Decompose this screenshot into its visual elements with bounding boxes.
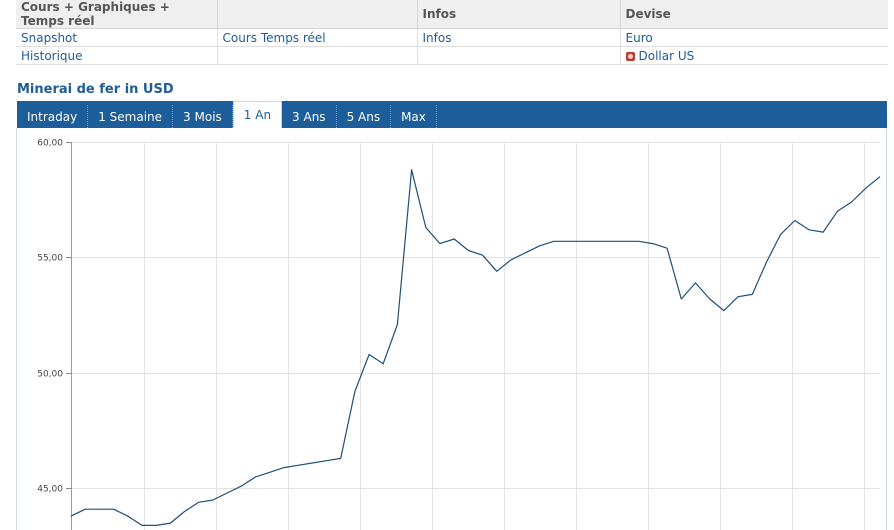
table-cell: Historique — [16, 46, 217, 65]
table-row: Snapshot Cours Temps réel Infos Euro — [16, 28, 888, 47]
snapshot-link[interactable]: Snapshot — [21, 31, 77, 45]
historique-link[interactable]: Historique — [21, 49, 83, 63]
header-empty — [216, 0, 417, 29]
links-table: Cours + Graphiques + Temps réel Infos De… — [16, 0, 888, 65]
tab-3-mois[interactable]: 3 Mois — [173, 105, 233, 128]
y-tick-label: 45,00 — [37, 485, 63, 495]
table-row: Historique Dollar US — [16, 46, 888, 65]
tab-3-ans[interactable]: 3 Ans — [282, 105, 337, 128]
chart-title: Minerai de fer in USD — [17, 82, 174, 97]
cours-temps-reel-link[interactable]: Cours Temps réel — [223, 31, 326, 45]
table-cell: Dollar US — [619, 46, 888, 65]
y-tick-label: 60,00 — [37, 139, 63, 149]
tab-max[interactable]: Max — [391, 105, 437, 128]
table-cell: Euro — [619, 28, 888, 47]
header-devise: Devise — [619, 0, 888, 29]
selected-currency-icon — [625, 51, 635, 61]
y-tick-label: 50,00 — [37, 370, 63, 380]
period-tab-bar: Intraday 1 Semaine 3 Mois 1 An 3 Ans 5 A… — [17, 101, 887, 128]
header-cours-graphiques: Cours + Graphiques + Temps réel — [16, 0, 217, 29]
tab-5-ans[interactable]: 5 Ans — [337, 105, 392, 128]
tab-1-an[interactable]: 1 An — [232, 101, 283, 128]
table-cell — [216, 46, 417, 65]
infos-link[interactable]: Infos — [423, 31, 452, 45]
dollar-us-link[interactable]: Dollar US — [639, 49, 695, 63]
table-cell: Cours Temps réel — [216, 28, 417, 47]
price-series-line — [70, 169, 881, 526]
tab-1-semaine[interactable]: 1 Semaine — [88, 105, 174, 128]
tab-intraday[interactable]: Intraday — [17, 105, 89, 128]
table-cell: Infos — [416, 28, 620, 47]
y-tick-label: 55,00 — [37, 254, 63, 264]
euro-link[interactable]: Euro — [626, 31, 653, 45]
table-cell: Snapshot — [16, 28, 217, 47]
header-infos: Infos — [416, 0, 620, 29]
price-chart: 60,00 55,00 50,00 45,00 — [16, 128, 887, 530]
table-cell — [416, 46, 620, 65]
links-table-header: Cours + Graphiques + Temps réel Infos De… — [16, 0, 888, 29]
